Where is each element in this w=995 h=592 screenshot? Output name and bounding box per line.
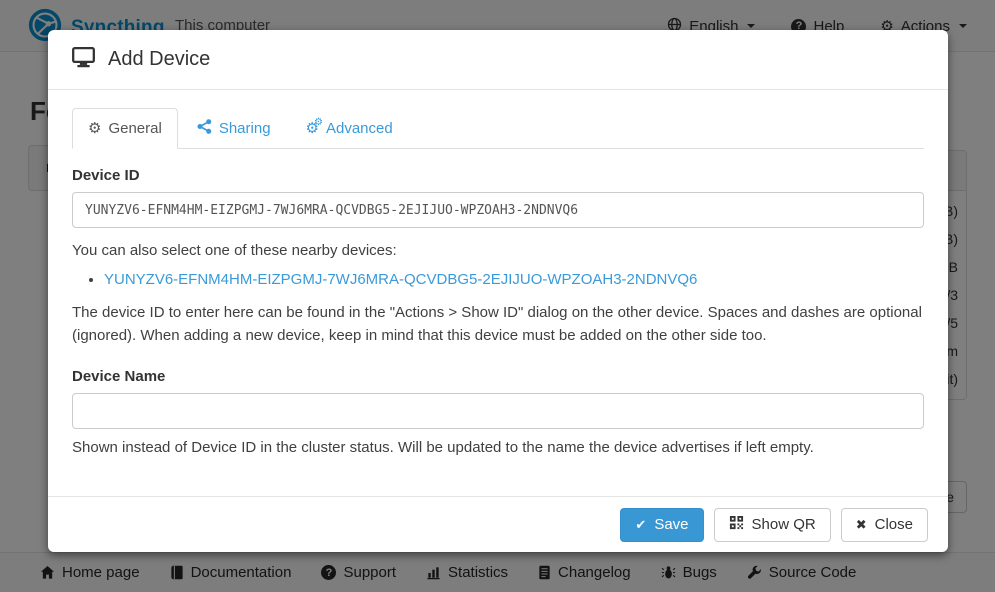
nearby-devices-list: YUNYZV6-EFNM4HM-EIZPGMJ-7WJ6MRA-QCVDBG5-… <box>72 271 924 288</box>
device-id-input[interactable] <box>72 192 924 228</box>
modal-body: ⚙ General Sharing ⚙⚙ Advanced Device ID … <box>48 90 948 456</box>
device-id-help-text: The device ID to enter here can be found… <box>72 301 924 348</box>
modal-tabs: ⚙ General Sharing ⚙⚙ Advanced <box>72 108 924 149</box>
show-qr-button-label: Show QR <box>752 516 816 533</box>
device-name-input[interactable] <box>72 393 924 429</box>
save-button-label: Save <box>654 516 688 533</box>
nearby-devices-intro: You can also select one of these nearby … <box>72 242 924 259</box>
modal-header: Add Device <box>48 30 948 90</box>
device-id-label: Device ID <box>72 167 924 184</box>
close-button[interactable]: ✖ Close <box>841 508 928 542</box>
save-button[interactable]: ✔ Save <box>620 508 703 542</box>
device-name-label: Device Name <box>72 368 924 385</box>
close-button-label: Close <box>875 516 913 533</box>
device-name-help-text: Shown instead of Device ID in the cluste… <box>72 439 924 456</box>
monitor-icon <box>72 47 95 73</box>
nearby-device-item: YUNYZV6-EFNM4HM-EIZPGMJ-7WJ6MRA-QCVDBG5-… <box>104 271 924 288</box>
tab-general[interactable]: ⚙ General <box>72 108 178 149</box>
tab-label: Advanced <box>326 120 393 137</box>
qr-code-icon <box>729 515 744 534</box>
show-qr-button[interactable]: Show QR <box>714 508 831 542</box>
syncthing-app: Syncthing This computer English ? Help ⚙… <box>0 0 995 592</box>
tab-advanced[interactable]: ⚙⚙ Advanced <box>290 108 409 149</box>
nearby-device-link[interactable]: YUNYZV6-EFNM4HM-EIZPGMJ-7WJ6MRA-QCVDBG5-… <box>104 271 697 288</box>
tab-label: Sharing <box>219 120 271 137</box>
gear-icon: ⚙ <box>88 121 101 136</box>
modal-title: Add Device <box>108 48 210 71</box>
share-icon <box>197 119 212 138</box>
close-icon: ✖ <box>856 518 867 531</box>
add-device-modal: Add Device ⚙ General Sharing ⚙⚙ Advanced <box>48 30 948 552</box>
tab-label: General <box>108 120 161 137</box>
check-icon: ✔ <box>635 518 646 531</box>
tab-sharing[interactable]: Sharing <box>181 108 287 149</box>
modal-footer: ✔ Save Show QR ✖ Close <box>48 496 948 552</box>
gears-icon: ⚙⚙ <box>306 121 319 136</box>
